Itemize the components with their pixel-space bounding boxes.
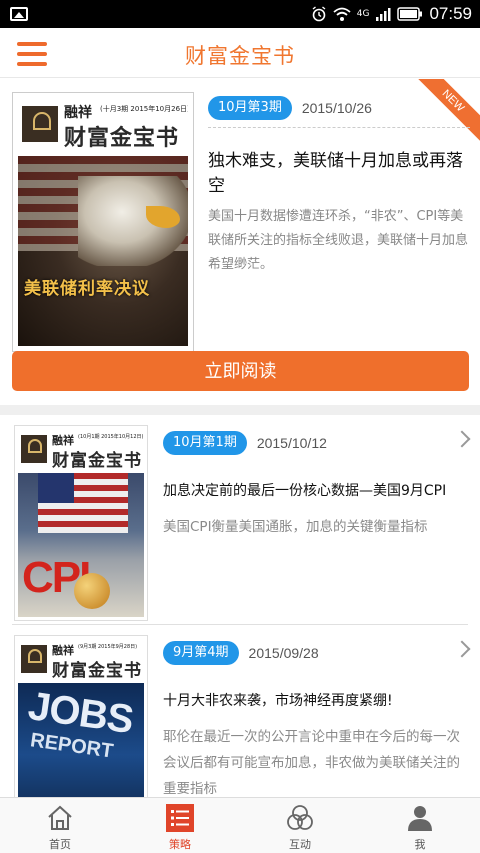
featured-cover-image[interactable]: 融祥 (十月3期 2015年10月26日) 财富金宝书 美联储利率决议 xyxy=(12,92,194,352)
cover-brand: 融祥 xyxy=(64,105,92,121)
page-title: 财富金宝书 xyxy=(185,44,295,68)
home-icon xyxy=(48,805,72,830)
tab-strategy[interactable]: 策略 xyxy=(120,798,240,853)
battery-icon xyxy=(397,7,423,21)
wifi-icon xyxy=(333,7,351,21)
divider xyxy=(208,127,470,128)
cover-issue: (十月3期 2015年10月26日) xyxy=(100,105,188,113)
new-ribbon: NEW xyxy=(407,79,480,147)
issue-cover-image[interactable]: 融祥 (10月1期 2015年10月12日) 财富金宝书 CPI xyxy=(14,425,148,621)
network-label: 4G xyxy=(356,9,370,19)
cover-headline: 美联储利率决议 xyxy=(24,279,150,299)
list-icon xyxy=(166,804,194,832)
cover-name: 财富金宝书 xyxy=(52,661,142,681)
item-meta: 9月第4期 2015/09/28 xyxy=(163,641,319,665)
circles-icon xyxy=(287,805,313,830)
item-description: 耶伦在最近一次的公开言论中重申在今后的每一次会议后都有可能宣布加息，非农做为美联… xyxy=(163,729,460,797)
clock: 07:59 xyxy=(429,4,472,23)
issue-badge: 10月第3期 xyxy=(208,96,292,120)
issue-date: 2015/10/12 xyxy=(256,435,327,451)
issue-badge: 9月第4期 xyxy=(163,641,239,665)
tab-label: 互动 xyxy=(289,838,311,851)
chevron-right-icon[interactable] xyxy=(453,640,471,658)
issue-badge: 10月第1期 xyxy=(163,431,247,455)
tab-label: 我 xyxy=(414,838,426,851)
tab-label: 策略 xyxy=(169,838,191,851)
issue-date: 2015/10/26 xyxy=(301,100,372,116)
cover-eagle-art: 美联储利率决议 xyxy=(18,156,188,346)
brand-logo xyxy=(21,435,47,463)
tab-me[interactable]: 我 xyxy=(360,798,480,853)
item-description: 美国CPI衡量美国通胀，加息的关键衡量指标 xyxy=(163,519,428,535)
featured-description: 美国十月数据惨遭连环杀，“非农”、CPI等美联储所关注的指标全线败退，美联储十月… xyxy=(208,209,469,272)
item-title[interactable]: 加息决定前的最后一份核心数据—美国9月CPI xyxy=(163,480,468,502)
bottom-nav: 首页 策略 互动 我 xyxy=(0,797,480,853)
section-gap xyxy=(0,405,480,415)
chevron-right-icon[interactable] xyxy=(453,430,471,448)
featured-issue-card[interactable]: 融祥 (十月3期 2015年10月26日) 财富金宝书 美联储利率决议 NEW … xyxy=(0,79,480,405)
signal-icon xyxy=(376,8,391,21)
item-meta: 10月第1期 2015/10/12 xyxy=(163,431,327,455)
cover-name: 财富金宝书 xyxy=(64,126,180,151)
brand-logo xyxy=(21,645,47,673)
cover-issue: (9月3期 2015年9月28日) xyxy=(78,644,138,650)
user-icon xyxy=(408,806,432,831)
featured-title[interactable]: 独木难支，美联储十月加息或再落空 xyxy=(208,149,470,199)
item-title[interactable]: 十月大非农来袭，市场神经再度紧绷! xyxy=(163,690,468,712)
list-item[interactable]: 融祥 (10月1期 2015年10月12日) 财富金宝书 CPI 10月第1期 … xyxy=(0,415,480,625)
brand-logo xyxy=(22,106,58,142)
issue-date: 2015/09/28 xyxy=(248,645,319,661)
alarm-icon xyxy=(312,6,326,22)
app-header: 财富金宝书 xyxy=(0,28,480,78)
tab-home[interactable]: 首页 xyxy=(0,798,120,853)
read-now-button[interactable]: 立即阅读 xyxy=(12,351,469,391)
cover-issue: (10月1期 2015年10月12日) xyxy=(78,434,144,440)
tab-label: 首页 xyxy=(49,838,71,851)
cover-cpi-art: CPI xyxy=(18,473,144,617)
tab-interact[interactable]: 互动 xyxy=(240,798,360,853)
featured-meta: 10月第3期 2015/10/26 xyxy=(208,96,372,120)
cover-name: 财富金宝书 xyxy=(52,451,142,471)
status-bar: 4G 07:59 xyxy=(0,0,480,28)
image-icon xyxy=(10,7,28,21)
